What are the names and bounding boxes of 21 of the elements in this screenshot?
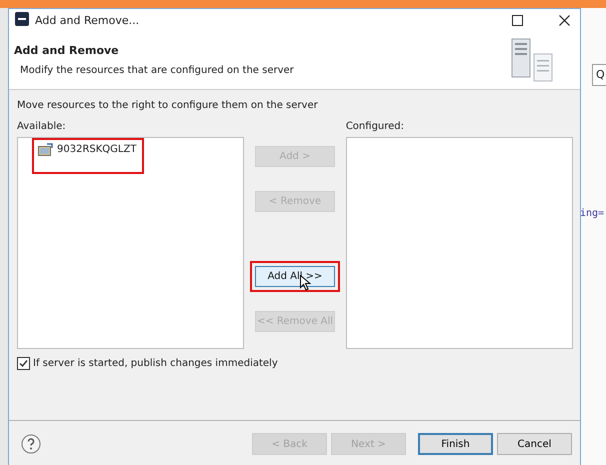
close-icon[interactable] (559, 14, 570, 26)
resource-name: 9032RSKQGLZT (57, 144, 136, 155)
checkbox-label: If server is started, publish changes immediately (33, 358, 278, 369)
server-icon (510, 38, 554, 82)
resource-item[interactable]: 9032RSKQGLZT (34, 140, 142, 172)
checkbox[interactable] (17, 357, 30, 370)
available-list[interactable]: 9032RSKQGLZT (17, 137, 244, 349)
window-title: Add and Remove... (35, 14, 140, 26)
help-icon[interactable] (21, 434, 41, 454)
maximize-icon[interactable] (512, 14, 523, 26)
page-subtitle: Modify the resources that are configured on the server (19, 65, 295, 76)
search-field[interactable]: Q (592, 64, 606, 86)
footer-button[interactable]: Cancel (497, 433, 572, 455)
code-text: ing= (580, 208, 604, 219)
footer-button[interactable]: Finish (418, 433, 493, 455)
page-title: Add and Remove (14, 44, 120, 57)
available-label: Available: (17, 121, 67, 132)
configured-label: Configured: (346, 121, 406, 132)
app-icon (15, 12, 29, 28)
instruction-text: Move resources to the right to configure them on the server (17, 100, 319, 111)
project-icon (38, 143, 53, 156)
